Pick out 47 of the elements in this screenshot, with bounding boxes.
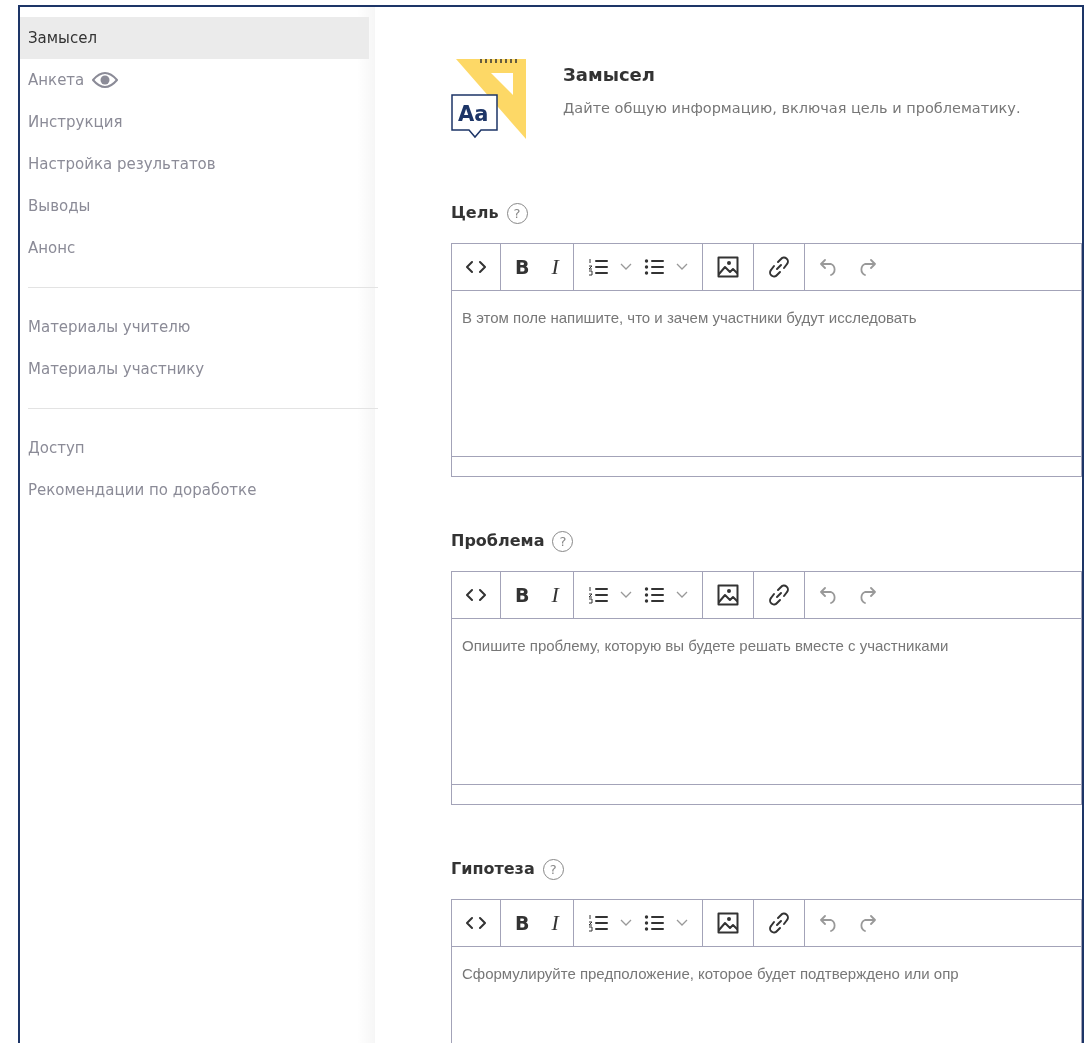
- image-icon[interactable]: [716, 256, 739, 278]
- rich-text-editor[interactable]: B I Сформулируйте предположение, которое будет подтверждено или опр: [451, 899, 1082, 1043]
- sidebar-item[interactable]: Доступ: [20, 427, 369, 469]
- bold-button[interactable]: B: [515, 585, 530, 605]
- chevron-down-icon[interactable]: [619, 919, 632, 927]
- italic-button[interactable]: I: [551, 912, 559, 934]
- sidebar-item[interactable]: Выводы: [20, 185, 369, 227]
- image-icon[interactable]: [716, 584, 739, 606]
- numbered-list-icon[interactable]: [587, 913, 608, 933]
- bold-button[interactable]: B: [515, 257, 530, 277]
- field-label: Проблема: [451, 530, 545, 552]
- italic-button[interactable]: I: [551, 256, 559, 278]
- sidebar-item[interactable]: Инструкция: [20, 101, 369, 143]
- rich-text-editor[interactable]: B I Опишите проблему, которую вы будете решать вместе с участниками: [451, 571, 1082, 805]
- link-icon[interactable]: [767, 912, 790, 934]
- chevron-down-icon[interactable]: [675, 263, 688, 271]
- sidebar-item[interactable]: Материалы участнику: [20, 348, 369, 390]
- link-icon[interactable]: [767, 256, 790, 278]
- chevron-down-icon[interactable]: [675, 919, 688, 927]
- bulleted-list-icon[interactable]: [643, 914, 664, 932]
- chevron-down-icon[interactable]: [619, 263, 632, 271]
- sidebar-item[interactable]: Настройка результатов: [20, 143, 369, 185]
- bulleted-list-icon[interactable]: [643, 586, 664, 604]
- sidebar-item[interactable]: Анкета: [20, 59, 369, 101]
- code-icon[interactable]: [466, 588, 486, 602]
- chevron-down-icon[interactable]: [619, 591, 632, 599]
- section-title: Замысел: [563, 63, 656, 87]
- code-icon[interactable]: [466, 260, 486, 274]
- field-label: Гипотеза: [451, 858, 535, 880]
- code-icon[interactable]: [466, 916, 486, 930]
- link-icon[interactable]: [767, 584, 790, 606]
- sidebar-item[interactable]: Рекомендации по доработке: [20, 469, 369, 511]
- field-label: Цель: [451, 202, 499, 224]
- numbered-list-icon[interactable]: [587, 257, 608, 277]
- sidebar-item[interactable]: Материалы учителю: [20, 306, 369, 348]
- chevron-down-icon[interactable]: [675, 591, 688, 599]
- sidebar-item[interactable]: Замысел: [20, 17, 369, 59]
- eye-icon[interactable]: [92, 71, 119, 89]
- rich-text-editor[interactable]: B I В этом поле напишите, что и зачем участники будут исследовать: [451, 243, 1082, 477]
- icon-label: Aa: [458, 101, 489, 128]
- bulleted-list-icon[interactable]: [643, 258, 664, 276]
- bold-button[interactable]: B: [515, 913, 530, 933]
- section-subtitle: Дайте общую информацию, включая цель и проблематику.: [563, 99, 1021, 118]
- image-icon[interactable]: [716, 912, 739, 934]
- italic-button[interactable]: I: [551, 584, 559, 606]
- numbered-list-icon[interactable]: [587, 585, 608, 605]
- sidebar-item[interactable]: Анонс: [20, 227, 369, 269]
